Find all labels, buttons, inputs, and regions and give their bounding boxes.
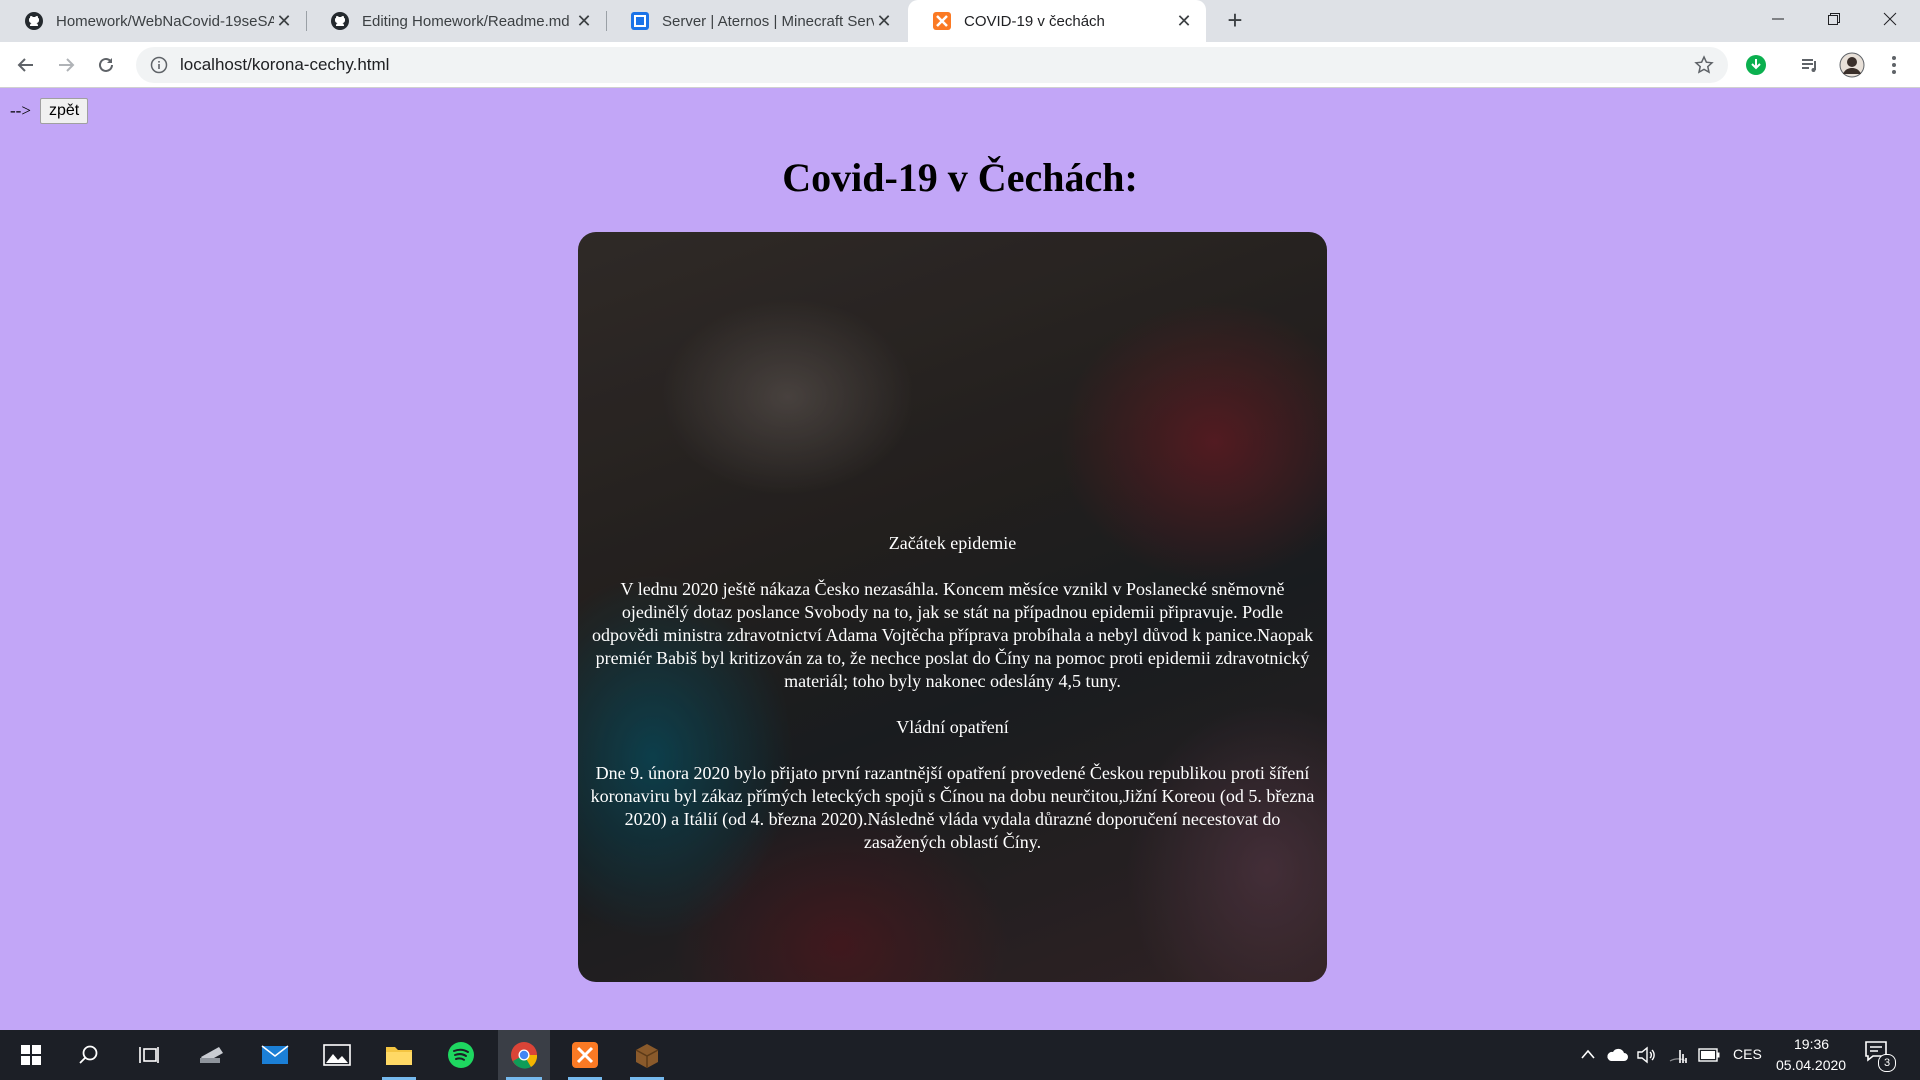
back-button[interactable]: zpět: [40, 98, 89, 124]
windows-logo-icon: [21, 1045, 41, 1065]
section-heading-measures: Vládní opatření: [896, 717, 1009, 737]
xampp-icon: [572, 1042, 598, 1068]
info-icon[interactable]: [150, 56, 168, 74]
arrow-text: -->: [10, 101, 31, 120]
tab-title: Editing Homework/Readme.md at: [362, 12, 574, 30]
profile-button[interactable]: [1838, 51, 1866, 79]
arrow-right-icon: [59, 58, 75, 72]
github-icon: [25, 12, 43, 30]
battery-icon[interactable]: [1698, 1048, 1720, 1062]
back-nav-button[interactable]: [12, 51, 40, 79]
photos-icon: [323, 1044, 351, 1066]
notification-count-badge: 3: [1878, 1054, 1896, 1072]
folder-icon: [386, 1047, 412, 1065]
taskbar-app-chrome[interactable]: [498, 1030, 550, 1080]
reload-button[interactable]: [92, 51, 120, 79]
language-indicator[interactable]: CES: [1733, 1046, 1762, 1062]
clock-date[interactable]: 05.04.2020: [1776, 1057, 1846, 1073]
section-body-measures: Dne 9. února 2020 bylo přijato první raz…: [590, 763, 1315, 852]
tab-strip: Homework/WebNaCovid-19seSAN ✕ Editing Ho…: [0, 0, 1920, 42]
action-center-button[interactable]: 3: [1864, 1040, 1896, 1072]
tab-title: COVID-19 v čechách: [964, 12, 1105, 30]
extension-button[interactable]: [1742, 51, 1770, 79]
forward-nav-button[interactable]: [52, 51, 80, 79]
restore-icon: [1828, 13, 1840, 25]
minecraft-chest-icon: [635, 1044, 659, 1068]
extension-green-icon: [1746, 55, 1766, 75]
new-tab-button[interactable]: +: [1222, 7, 1248, 34]
minimize-icon: [1772, 18, 1784, 20]
tab-title: Homework/WebNaCovid-19seSAN: [56, 12, 274, 30]
onedrive-cloud-icon[interactable]: [1606, 1047, 1628, 1063]
menu-button[interactable]: [1880, 51, 1908, 79]
taskbar-app-printer[interactable]: [186, 1030, 236, 1080]
tab-title: Server | Aternos | Minecraft Server: [662, 12, 874, 30]
page-title: Covid-19 v Čechách:: [782, 155, 1138, 200]
url-text[interactable]: localhost/korona-cechy.html: [180, 55, 389, 75]
chrome-icon: [511, 1042, 538, 1069]
volume-icon[interactable]: [1636, 1046, 1656, 1064]
minimize-button[interactable]: [1750, 0, 1806, 38]
taskbar-app-minecraft[interactable]: [622, 1030, 672, 1080]
mail-icon: [261, 1045, 289, 1064]
taskbar-app-explorer[interactable]: [374, 1030, 424, 1080]
close-icon[interactable]: ✕: [874, 11, 894, 31]
address-bar[interactable]: localhost/korona-cechy.html: [136, 47, 1728, 83]
media-control-button[interactable]: [1796, 51, 1824, 79]
tab-covid-active[interactable]: COVID-19 v čechách ✕: [908, 0, 1206, 42]
task-view-button[interactable]: [124, 1030, 174, 1080]
restore-button[interactable]: [1806, 0, 1862, 38]
taskbar-app-mail[interactable]: [250, 1030, 300, 1080]
content-card: Začátek epidemie V lednu 2020 ještě náka…: [578, 232, 1327, 982]
avatar: [1839, 52, 1865, 78]
section-heading-start: Začátek epidemie: [888, 533, 1017, 553]
start-button[interactable]: [6, 1030, 56, 1080]
close-icon[interactable]: ✕: [574, 11, 594, 31]
close-window-button[interactable]: [1862, 0, 1918, 38]
tab-aternos[interactable]: Server | Aternos | Minecraft Server ✕: [606, 0, 906, 42]
xampp-icon: [933, 12, 951, 30]
reload-icon: [99, 57, 113, 72]
aternos-icon: [631, 12, 649, 30]
close-icon[interactable]: ✕: [274, 11, 294, 31]
taskbar-app-photos[interactable]: [312, 1030, 362, 1080]
more-vertical-icon: [1892, 56, 1896, 74]
section-body-start: V lednu 2020 ještě nákaza Česko nezasáhl…: [591, 579, 1314, 691]
page-viewport: --> zpět Covid-19 v Čechách: Začátek epi…: [0, 88, 1920, 1030]
bookmark-star-icon[interactable]: [1694, 55, 1714, 75]
card-text: Začátek epidemie V lednu 2020 ještě náka…: [578, 532, 1327, 877]
taskbar-app-spotify[interactable]: [436, 1030, 486, 1080]
search-icon: [79, 1045, 98, 1064]
tab-editing-readme[interactable]: Editing Homework/Readme.md at ✕: [306, 0, 606, 42]
github-icon: [331, 12, 349, 30]
tab-homework-repo[interactable]: Homework/WebNaCovid-19seSAN ✕: [0, 0, 306, 42]
scanner-icon: [200, 1047, 223, 1063]
wifi-icon[interactable]: [1668, 1046, 1688, 1064]
playlist-icon: [1802, 59, 1816, 72]
close-icon[interactable]: ✕: [1174, 11, 1194, 31]
search-button[interactable]: [64, 1030, 114, 1080]
clock-time[interactable]: 19:36: [1794, 1036, 1829, 1052]
spotify-icon: [448, 1042, 474, 1068]
arrow-left-icon: [17, 58, 33, 72]
close-icon: [1883, 12, 1897, 26]
browser-toolbar: localhost/korona-cechy.html: [0, 42, 1920, 88]
task-view-icon: [139, 1047, 159, 1063]
taskbar-app-xampp[interactable]: [560, 1030, 610, 1080]
windows-taskbar: CES 19:36 05.04.2020 3: [0, 1030, 1920, 1080]
chevron-up-icon[interactable]: [1580, 1048, 1596, 1060]
